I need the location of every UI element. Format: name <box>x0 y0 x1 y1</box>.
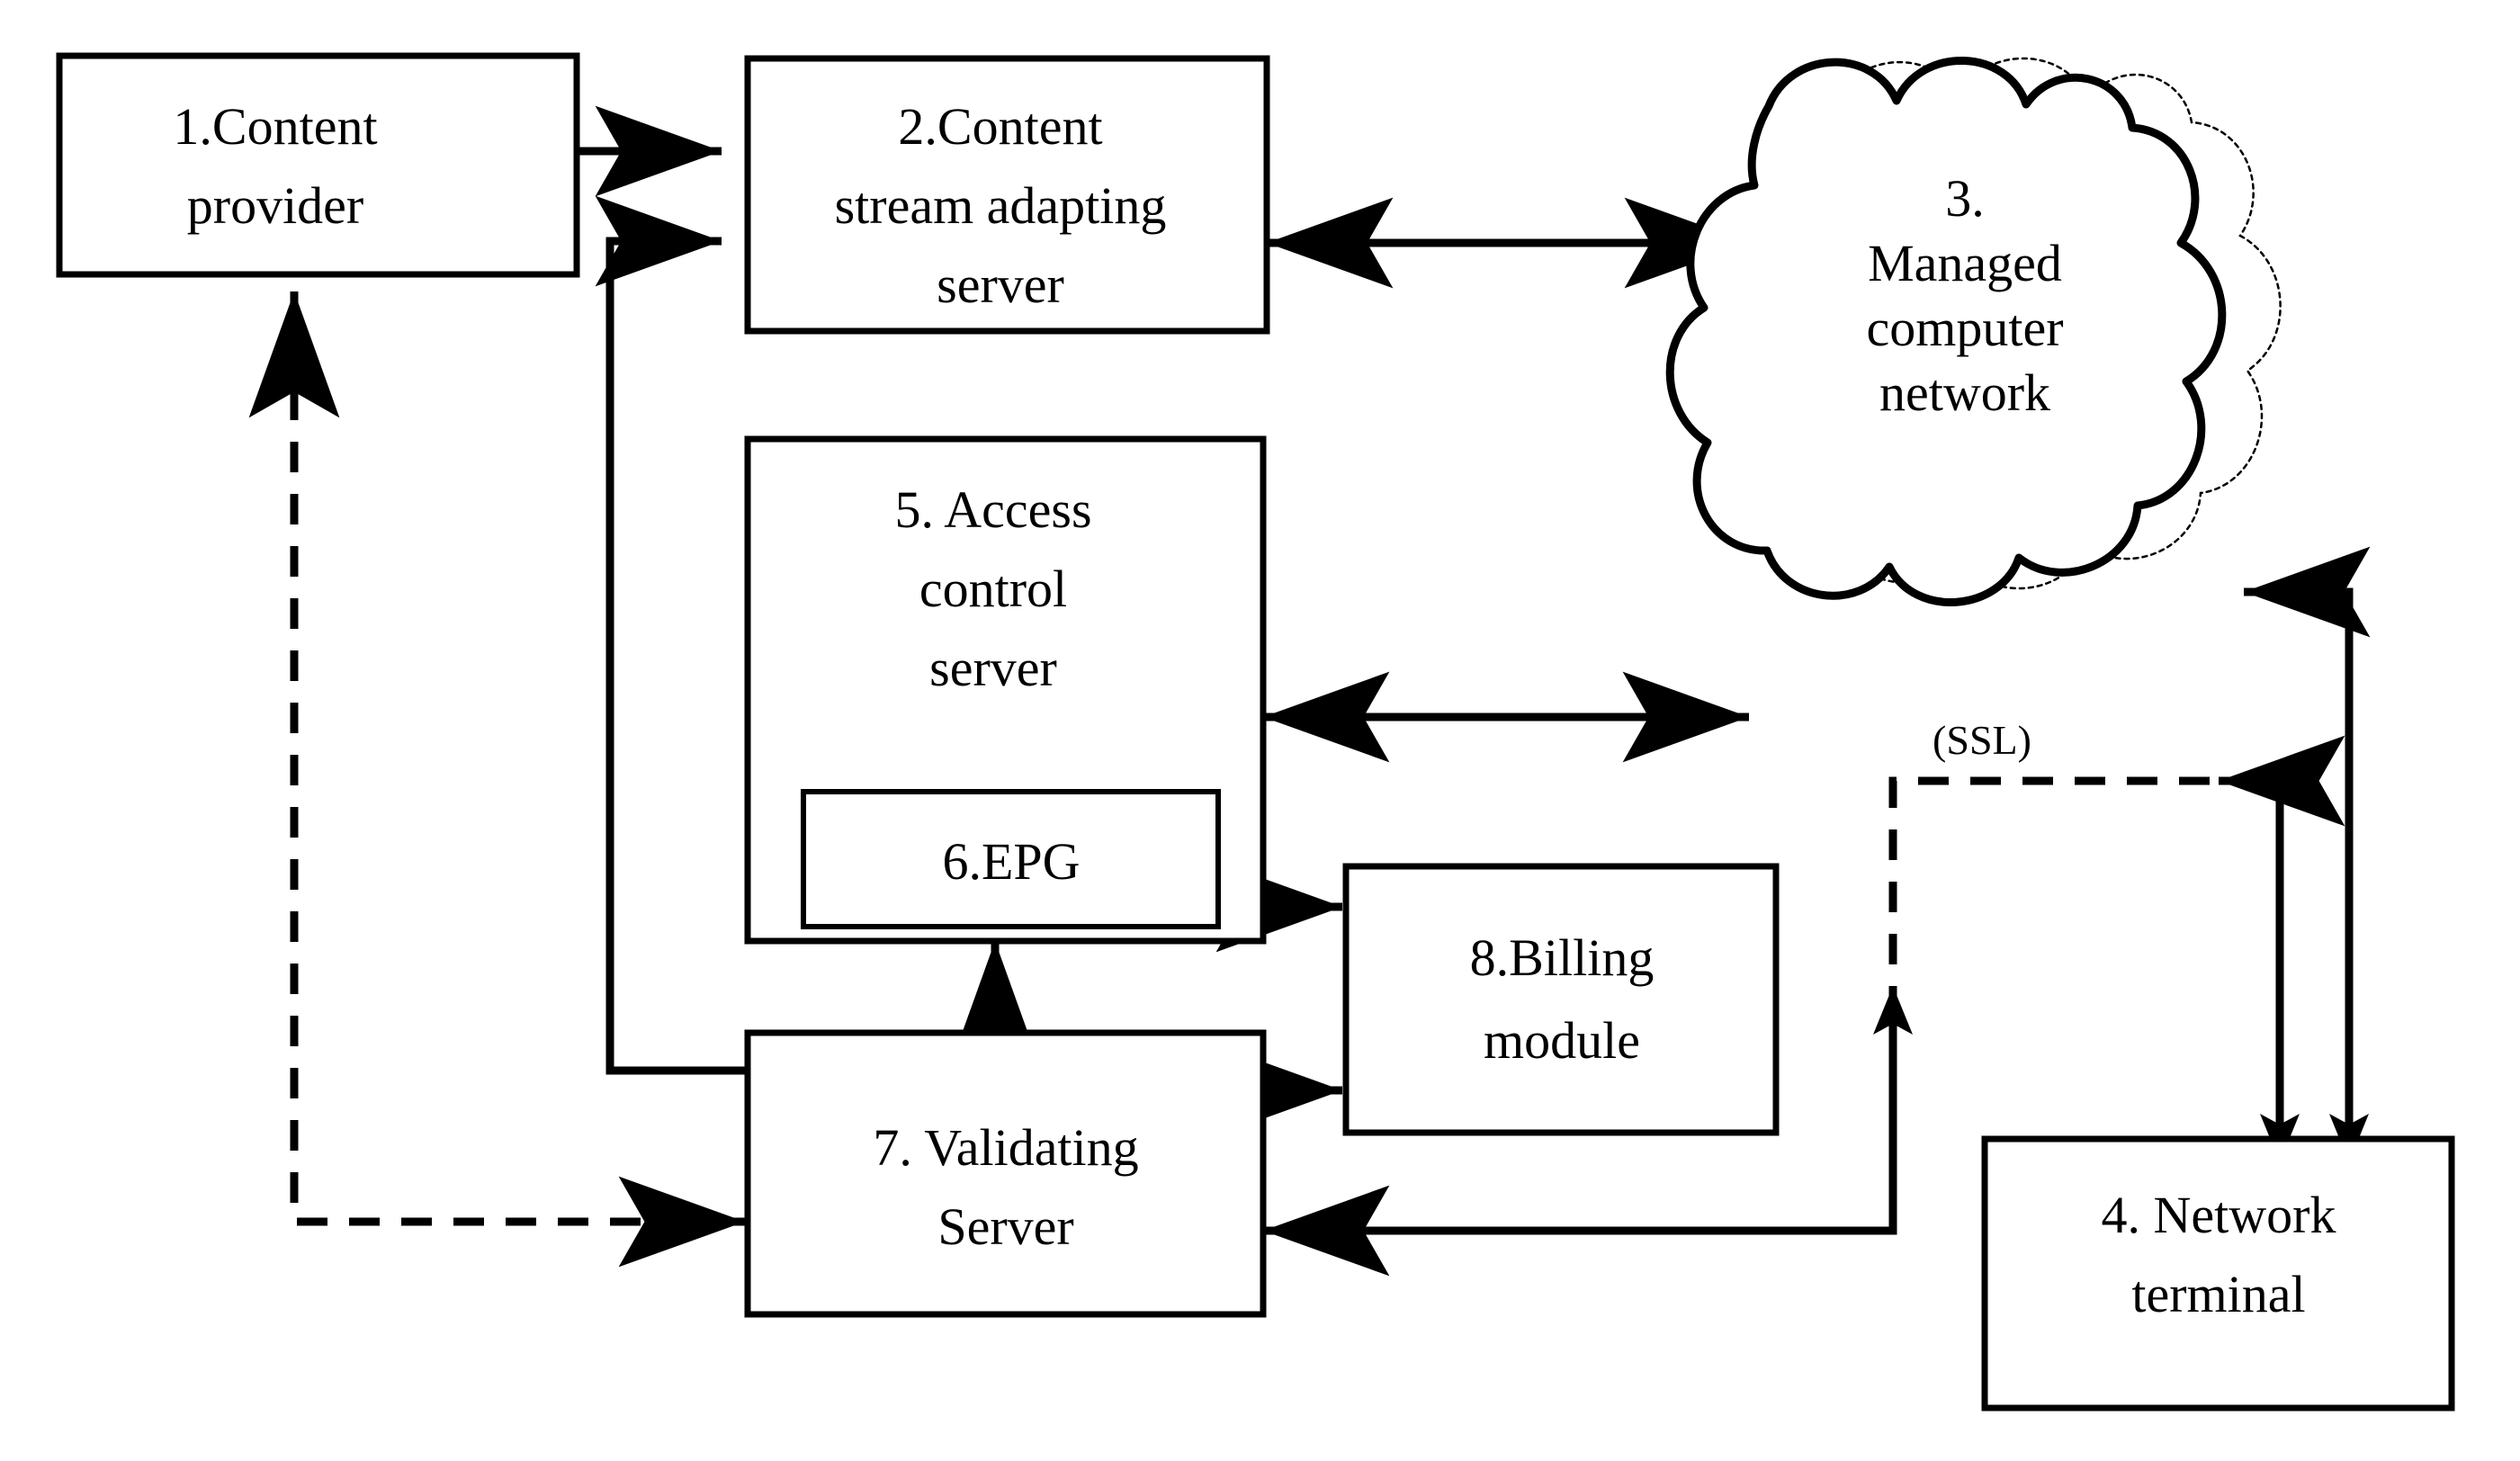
access-control-server-label-line1: 5. Access <box>894 480 1091 539</box>
node-content-provider[interactable]: 1.Content provider <box>56 52 580 278</box>
content-stream-adapting-server-label-line2: stream adapting <box>835 176 1167 235</box>
node-epg[interactable]: 6.EPG <box>801 789 1221 929</box>
validating-server-label-line2: Server <box>937 1197 1073 1256</box>
billing-module-box <box>1342 863 1780 1136</box>
content-stream-adapting-server-label-line3: server <box>937 255 1064 314</box>
edge-terminal-to-network-lower <box>2219 735 2345 1162</box>
content-stream-adapting-server-label-line1: 2.Content <box>898 97 1102 156</box>
cloud-label-line4: network <box>1879 363 2050 422</box>
content-provider-label-line2: provider <box>187 176 364 235</box>
edge-validating-server-to-network-ssl <box>1873 776 2219 1035</box>
billing-module-label-line1: 8.Billing <box>1470 928 1655 987</box>
node-managed-computer-network[interactable]: 3. Managed computer network (SSL) <box>1665 57 2282 763</box>
edge-validating-server-to-provider <box>248 291 745 1268</box>
content-provider-box <box>56 52 580 278</box>
access-control-server-label-line3: server <box>929 639 1057 697</box>
edge-validating-server-to-adapting-server <box>595 195 745 1075</box>
network-terminal-label-line2: terminal <box>2131 1265 2305 1323</box>
network-terminal-label-line1: 4. Network <box>2102 1186 2336 1244</box>
node-validating-server[interactable]: 7. Validating Server <box>744 1029 1267 1318</box>
cloud-label-line3: computer <box>1866 299 2063 357</box>
billing-module-label-line2: module <box>1484 1011 1640 1070</box>
node-network-terminal[interactable]: 4. Network terminal <box>1981 1135 2455 1412</box>
access-control-server-label-line2: control <box>919 560 1067 618</box>
node-billing-module[interactable]: 8.Billing module <box>1342 863 1780 1136</box>
content-provider-label-line1: 1.Content <box>173 97 377 156</box>
edge-terminal-to-network-upper <box>2244 546 2371 1162</box>
node-content-stream-adapting-server[interactable]: 2.Content stream adapting server <box>744 55 1270 335</box>
node-access-control-server[interactable]: 5. Access control server 6.EPG <box>744 435 1267 945</box>
cloud-label-line2: Managed <box>1868 234 2062 292</box>
epg-label: 6.EPG <box>942 832 1080 891</box>
validating-server-label-line1: 7. Validating <box>873 1118 1138 1177</box>
cloud-label-line1: 3. <box>1945 169 1985 228</box>
cloud-ssl-annotation: (SSL) <box>1933 717 2031 763</box>
diagram-canvas: Content delivery system block diagram <box>0 0 2520 1461</box>
block-diagram: Content delivery system block diagram 3.… <box>56 52 2455 1412</box>
